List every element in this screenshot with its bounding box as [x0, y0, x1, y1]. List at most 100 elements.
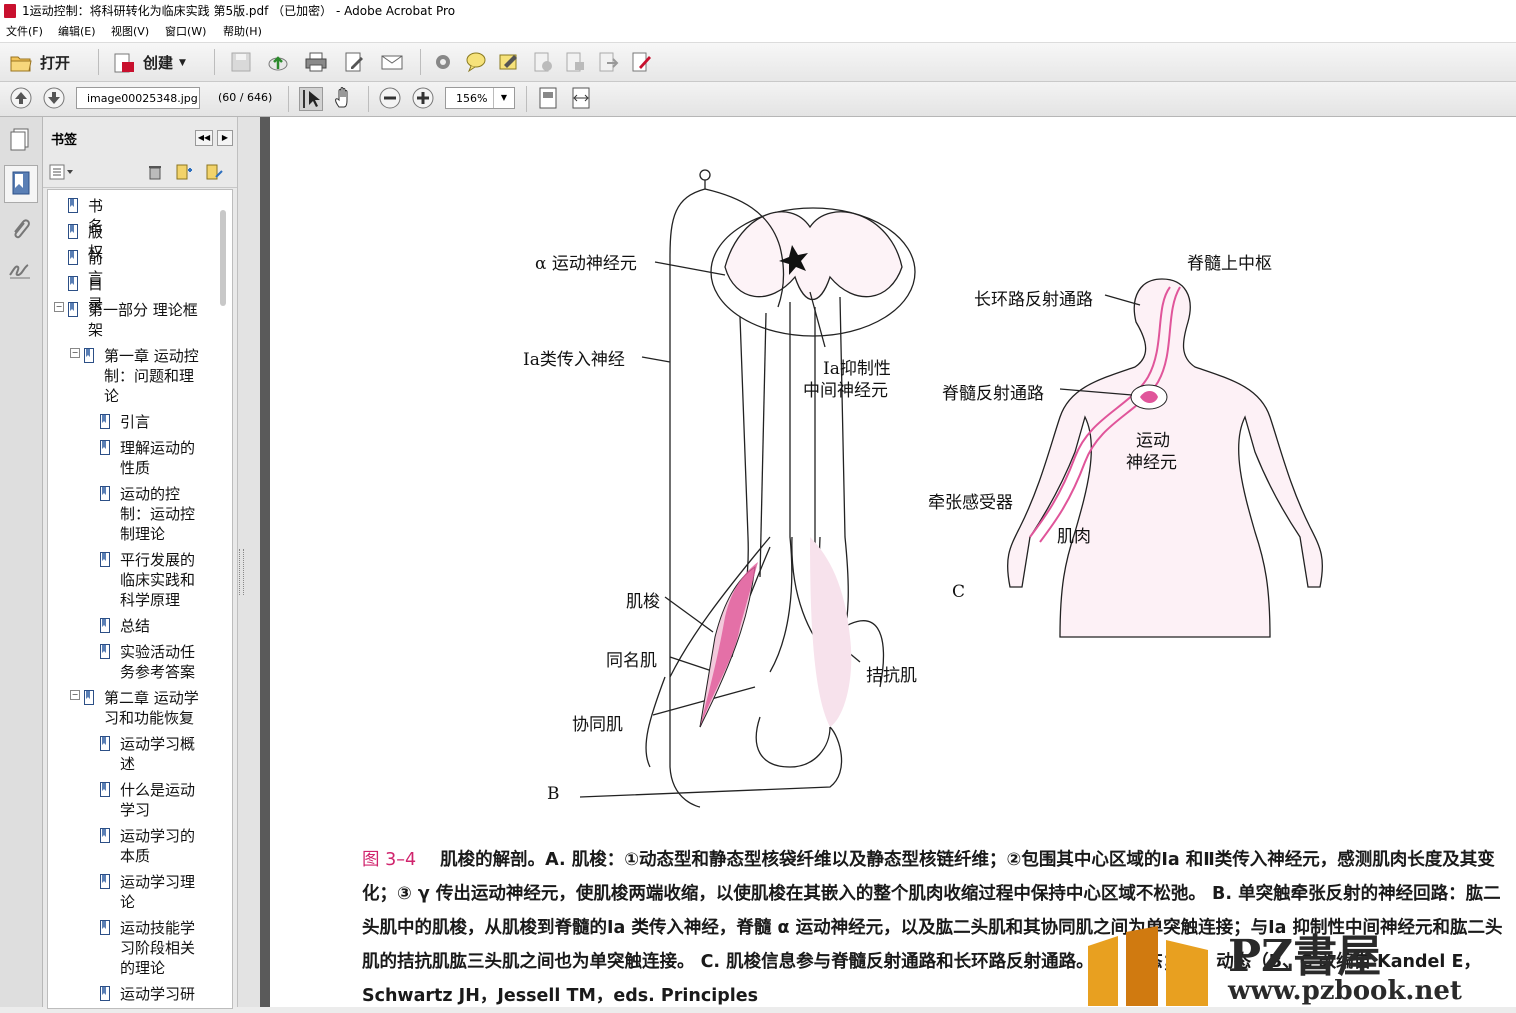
label-alpha-motor: α 运动神经元: [535, 254, 637, 274]
sign-icon[interactable]: [498, 51, 520, 73]
label-stretch-receptor: 牵张感受器: [928, 493, 1013, 513]
bookmark-label: 运动学习的本质: [120, 827, 196, 865]
bookmark-properties-icon[interactable]: [205, 164, 223, 180]
fill-form-icon[interactable]: [630, 51, 652, 73]
panel-title: 书签: [51, 133, 78, 148]
gear-icon[interactable]: [432, 51, 454, 73]
trash-icon[interactable]: [147, 164, 163, 180]
page-count: (60 / 646): [218, 91, 273, 104]
window-title: 1运动控制：将科研转化为临床实践 第5版.pdf （已加密） - Adobe A…: [22, 4, 456, 18]
bookmark-tree: 书名 版权 前言 目录 − 第一部分 理论框架 − 第一章 运动控制：问题和理论…: [47, 189, 233, 1009]
zoom-out-icon[interactable]: [379, 87, 401, 109]
options-menu-icon[interactable]: [49, 164, 75, 180]
bookmark-label: 运动技能学习阶段相关的理论: [120, 919, 196, 977]
menu-edit[interactable]: 编辑(E): [58, 22, 96, 42]
open-label: 打开: [40, 54, 71, 72]
create-button[interactable]: 创建 ▼: [113, 52, 186, 73]
bookmark-label: 第一部分 理论框架: [88, 301, 198, 339]
bookmark-label: 什么是运动学习: [120, 781, 196, 819]
label-homonymous: 同名肌: [606, 651, 657, 671]
bookmark-icon: [68, 198, 78, 213]
bookmark-scrollbar[interactable]: [220, 210, 226, 306]
fit-page-icon[interactable]: [537, 87, 559, 109]
bookmark-icon: [100, 552, 110, 567]
expand-panel-icon[interactable]: ▶: [217, 130, 233, 146]
bookmark-icon: [100, 874, 110, 889]
secure-doc-icon[interactable]: [532, 51, 554, 73]
edit-document-icon[interactable]: [343, 51, 365, 73]
upload-cloud-icon[interactable]: [267, 51, 289, 73]
collapse-toggle-icon[interactable]: −: [70, 348, 80, 358]
label-panel-b: B: [547, 784, 560, 804]
collapse-toggle-icon[interactable]: −: [54, 302, 64, 312]
collapse-toggle-icon[interactable]: −: [70, 690, 80, 700]
signature-icon[interactable]: [8, 259, 32, 281]
doc-lock-icon[interactable]: [564, 51, 586, 73]
label-synergist: 协同肌: [572, 715, 623, 735]
label-panel-c: C: [952, 582, 966, 602]
attachment-icon[interactable]: [8, 217, 32, 243]
bookmark-icon: [68, 250, 78, 265]
chevron-down-icon[interactable]: ▼: [493, 88, 514, 108]
bookmark-panel-icon[interactable]: [4, 165, 38, 203]
bookmark-icon: [84, 348, 94, 363]
label-spindle: 肌梭: [626, 592, 660, 612]
figure-drawing: [579, 169, 1323, 808]
main-toolbar: 打开 创建 ▼: [0, 43, 1516, 82]
bookmark-icon: [100, 736, 110, 751]
page-thumbnails-icon[interactable]: [8, 127, 32, 153]
figure-number: 图 3–4: [362, 850, 417, 870]
folder-icon: [10, 56, 32, 71]
menu-window[interactable]: 窗口(W): [165, 22, 206, 42]
separator: [368, 86, 369, 112]
new-bookmark-icon[interactable]: [175, 164, 193, 180]
bookmarks-panel: 书签 ◀◀ ▶ 书名 版权 前言 目录 − 第一部分 理论框架 − 第一章 运动…: [43, 117, 237, 1009]
chevron-down-icon: ▼: [179, 57, 186, 68]
separator: [420, 49, 421, 75]
pdf-page: α 运动神经元 Ⅰa类传入神经 Ⅰa抑制性 中间神经元 肌梭 同名肌 协同肌 拮…: [270, 117, 1516, 1007]
separator: [214, 49, 215, 75]
comment-icon[interactable]: [465, 51, 487, 73]
email-icon[interactable]: [381, 51, 403, 73]
menu-help[interactable]: 帮助(H): [223, 22, 262, 42]
panel-splitter[interactable]: [237, 117, 260, 1007]
previous-page-icon[interactable]: [10, 87, 32, 109]
select-tool-icon[interactable]: [299, 87, 323, 111]
zoom-in-icon[interactable]: [412, 87, 434, 109]
bookmark-label: 引言: [120, 413, 151, 431]
watermark-url: www.pzbook.net: [1228, 976, 1462, 1006]
separator: [288, 86, 289, 112]
title-bar: 1运动控制：将科研转化为临床实践 第5版.pdf （已加密） - Adobe A…: [0, 0, 1516, 22]
menu-file[interactable]: 文件(F): [6, 22, 43, 42]
menu-bar: 文件(F) 编辑(E) 视图(V) 窗口(W) 帮助(H): [0, 22, 1516, 43]
save-icon[interactable]: [230, 51, 252, 73]
bookmark-label: 总结: [120, 617, 151, 635]
page-number-field[interactable]: image00025348.jpg: [76, 87, 200, 109]
bookmark-icon: [100, 414, 110, 429]
collapse-panel-icon[interactable]: ◀◀: [195, 130, 213, 146]
bookmark-icon: [100, 782, 110, 797]
bookmark-label: 第一章 运动控制：问题和理论: [104, 347, 199, 405]
fit-width-icon[interactable]: [570, 87, 592, 109]
label-spinal-reflex: 脊髓反射通路: [942, 384, 1044, 404]
bookmark-label: 运动学习概述: [120, 735, 196, 773]
bookmark-label: 运动学习理论: [120, 873, 196, 911]
splitter-grip[interactable]: [239, 549, 244, 595]
bookmark-icon: [68, 302, 78, 317]
open-button[interactable]: 打开: [10, 52, 70, 73]
bookmark-label: 第二章 运动学习和功能恢复: [104, 689, 199, 727]
menu-view[interactable]: 视图(V): [111, 22, 149, 42]
bookmark-icon: [100, 486, 110, 501]
separator: [98, 49, 99, 75]
bookmark-label: 理解运动的性质: [120, 439, 196, 477]
bookmark-label: 运动学习研: [120, 985, 196, 1003]
label-motor-neuron-2: 神经元: [1126, 453, 1177, 473]
watermark-text: PZ書屋: [1228, 931, 1382, 982]
doc-compare-icon[interactable]: [597, 51, 619, 73]
next-page-icon[interactable]: [43, 87, 65, 109]
bookmark-icon: [100, 644, 110, 659]
separator: [526, 86, 527, 112]
zoom-select[interactable]: 156% ▼: [445, 87, 515, 109]
print-icon[interactable]: [305, 51, 327, 73]
hand-tool-icon[interactable]: [333, 87, 355, 109]
